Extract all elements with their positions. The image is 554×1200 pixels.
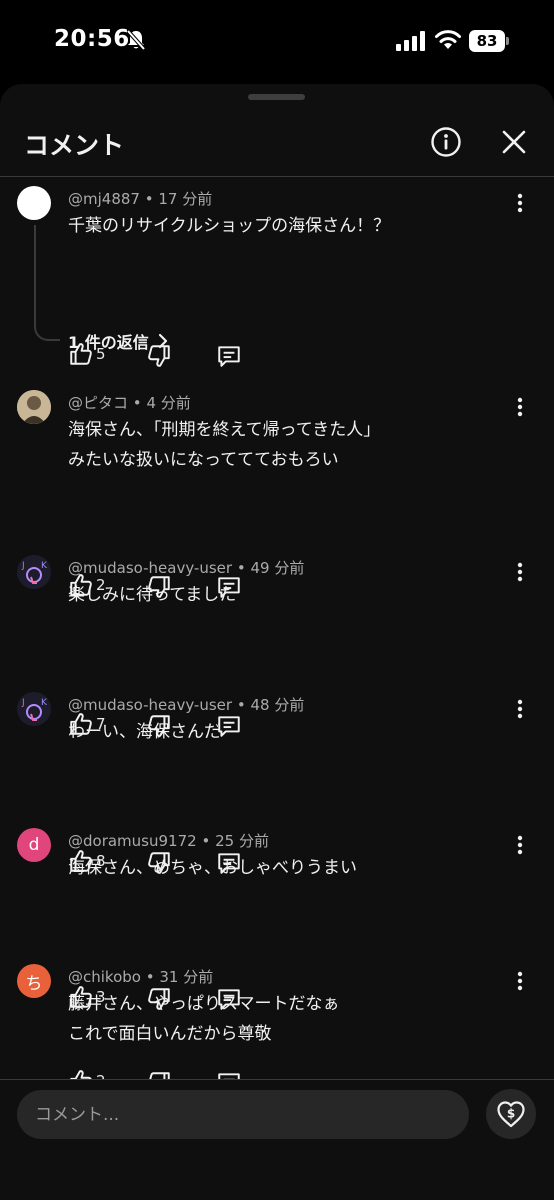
battery-indicator: 83 [469, 30, 505, 52]
more-vert-icon[interactable] [510, 395, 530, 419]
comment-meta: @mudaso-heavy-user • 49 分前 [68, 557, 304, 578]
replies-count-label: 1 件の返信 [68, 333, 149, 352]
comment-text-line: 楽しみに待ってました [68, 585, 237, 605]
svg-text:J: J [21, 561, 25, 571]
comment-text: 海保さん、めちゃ、おしゃべりうまい [68, 853, 357, 883]
more-vert-icon[interactable] [510, 969, 530, 993]
status-bar: 20:56 83 [0, 0, 554, 84]
comment-author[interactable]: @mudaso-heavy-user [68, 696, 232, 714]
comment-author[interactable]: @mudaso-heavy-user [68, 559, 232, 577]
cellular-signal-icon [396, 31, 425, 51]
heart-dollar-icon: $ [497, 1101, 525, 1128]
comment-meta: @ピタコ • 4 分前 [68, 392, 191, 413]
avatar[interactable]: d [17, 828, 51, 862]
comment-text: 海保さん、「刑期を終えて帰ってきた人」 みたいな扱いになっててておもろい [68, 415, 380, 475]
avatar[interactable] [17, 390, 51, 424]
meta-separator: • [132, 394, 142, 412]
comment-author[interactable]: @mj4887 [68, 190, 140, 208]
comment-age: 4 分前 [146, 394, 191, 412]
avatar[interactable]: ち [17, 964, 51, 998]
comment-text-line: 海保さん、めちゃ、おしゃべりうまい [68, 858, 357, 878]
meta-separator: • [201, 832, 211, 850]
close-icon[interactable] [500, 128, 528, 156]
comment-meta: @mj4887 • 17 分前 [68, 188, 212, 209]
comment-meta: @doramusu9172 • 25 分前 [68, 830, 269, 851]
svg-text:J: J [21, 698, 25, 708]
like-count: 2 [96, 1072, 106, 1079]
more-vert-icon[interactable] [510, 560, 530, 584]
comment-age: 17 分前 [158, 190, 213, 208]
comment-text-line: 千葉のリサイクルショップの海保さん！？ [68, 216, 391, 236]
comment-author[interactable]: @doramusu9172 [68, 832, 197, 850]
more-vert-icon[interactable] [510, 697, 530, 721]
comment-input[interactable] [17, 1090, 469, 1139]
comment-text: わーい、海保さんだ [68, 717, 221, 747]
reply-comment-icon[interactable] [216, 343, 242, 369]
thread-line [34, 225, 60, 341]
info-icon[interactable] [430, 126, 462, 158]
comment-text-line: 海保さん、「刑期を終えて帰ってきた人」 [68, 420, 381, 440]
more-vert-icon[interactable] [510, 833, 530, 857]
comment-text: 藤井さん、やっぱりスマートだなぁ これで面白いんだから尊敬 [68, 989, 340, 1049]
meta-separator: • [236, 559, 246, 577]
comment-age: 48 分前 [250, 696, 305, 714]
chevron-right-icon [158, 333, 167, 349]
wifi-icon [435, 30, 461, 49]
comments-sheet: コメント @mj4887 • 17 分前 千葉のリサイクルショップの海保さん！？… [0, 84, 554, 1200]
comment-text: 千葉のリサイクルショップの海保さん！？ [68, 211, 390, 241]
comment-text-line: わーい、海保さんだ [68, 722, 221, 742]
comment-text-line: 藤井さん、やっぱりスマートだなぁ [68, 994, 340, 1014]
reply-comment-icon[interactable] [216, 1070, 242, 1079]
avatar[interactable]: JK [17, 555, 51, 589]
meta-separator: • [145, 968, 155, 986]
meta-separator: • [236, 696, 246, 714]
comment-meta: @mudaso-heavy-user • 48 分前 [68, 694, 304, 715]
comment-age: 49 分前 [250, 559, 305, 577]
comment-author[interactable]: @ピタコ [68, 394, 128, 412]
super-thanks-button[interactable]: $ [486, 1089, 536, 1139]
comment-meta: @chikobo • 31 分前 [68, 966, 213, 987]
status-time: 20:56 [54, 26, 130, 52]
sheet-title: コメント [24, 131, 125, 160]
comment-author[interactable]: @chikobo [68, 968, 141, 986]
svg-text:$: $ [507, 1107, 515, 1121]
view-replies-link[interactable]: 1 件の返信 [68, 329, 169, 353]
avatar-image: JK [17, 692, 51, 726]
bell-slash-icon [126, 29, 146, 51]
avatar[interactable] [17, 186, 51, 220]
comment-actions: 2 [68, 1068, 268, 1079]
thumbs-down-icon[interactable] [146, 1070, 172, 1079]
comment-list[interactable]: @mj4887 • 17 分前 千葉のリサイクルショップの海保さん！？ 5 1 … [0, 177, 554, 1079]
comment-text: 楽しみに待ってました [68, 580, 236, 610]
comment-age: 25 分前 [215, 832, 269, 850]
battery-cap [506, 37, 509, 45]
comment-age: 31 分前 [159, 968, 214, 986]
avatar-letter: ち [25, 973, 43, 994]
avatar-letter: d [28, 835, 40, 855]
thumbs-up-icon[interactable] [68, 1068, 94, 1079]
comment-text-line: これで面白いんだから尊敬 [68, 1024, 272, 1044]
meta-separator: • [144, 190, 154, 208]
drag-handle[interactable] [248, 94, 305, 100]
avatar[interactable]: JK [17, 692, 51, 726]
comment-text-line: みたいな扱いになっててておもろい [68, 450, 339, 470]
bottom-divider [0, 1079, 554, 1080]
avatar-image: JK [17, 555, 51, 589]
more-vert-icon[interactable] [510, 191, 530, 215]
avatar-image [17, 390, 51, 424]
